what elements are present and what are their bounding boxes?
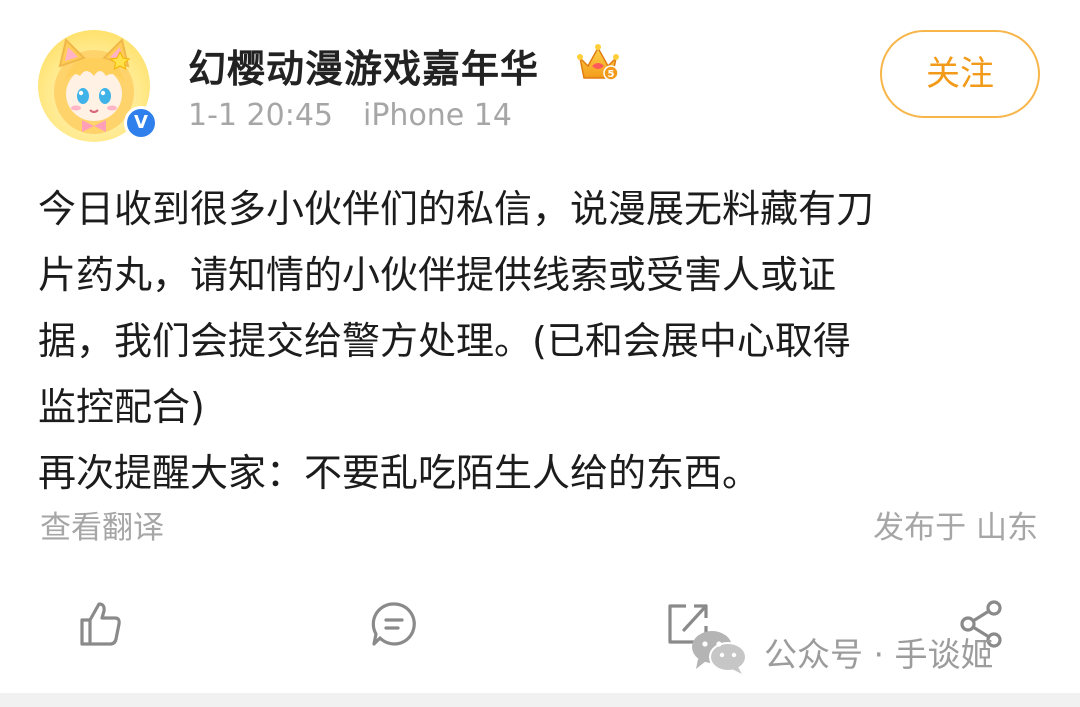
like-button[interactable] [72, 596, 128, 652]
post-card: V 幻樱动漫游戏嘉年华 5 1-1 20:45 iPhone 14 关注 今日收到… [0, 0, 1080, 707]
post-text: 今日收到很多小伙伴们的私信，说漫展无料藏有刀 片药丸，请知情的小伙伴提供线索或受… [38, 176, 1048, 506]
translate-link[interactable]: 查看翻译 [40, 502, 164, 547]
follow-button[interactable]: 关注 [880, 30, 1040, 118]
post-text-line: 再次提醒大家：不要乱吃陌生人给的东西。 [38, 451, 761, 495]
post-text-line: 今日收到很多小伙伴们的私信，说漫展无料藏有刀 [38, 187, 875, 231]
watermark: 公众号 · 手谈姬 [690, 624, 1042, 680]
username[interactable]: 幻樱动漫游戏嘉年华 [188, 38, 539, 93]
thumbs-up-icon [80, 602, 121, 646]
verified-icon: V [124, 106, 158, 140]
post-text-line: 据，我们会提交给警方处理。(已和会展中心取得 [38, 319, 851, 363]
comment-button[interactable] [366, 596, 422, 652]
post-location: 发布于 山东 [873, 510, 1038, 546]
bottom-divider [0, 693, 1080, 707]
post-time: 1-1 20:45 [188, 98, 333, 133]
post-text-line: 监控配合) [38, 385, 205, 429]
wechat-logo-icon [692, 631, 747, 674]
crown-level: 5 [608, 69, 615, 80]
post-text-line: 片药丸，请知情的小伙伴提供线索或受害人或证 [38, 253, 837, 297]
comment-icon [371, 602, 416, 646]
watermark-text: 公众号 · 手谈姬 [764, 635, 994, 674]
crown-icon[interactable]: 5 [576, 40, 620, 84]
post-device: iPhone 14 [363, 98, 512, 133]
post-meta: 1-1 20:45 iPhone 14 [188, 98, 512, 133]
